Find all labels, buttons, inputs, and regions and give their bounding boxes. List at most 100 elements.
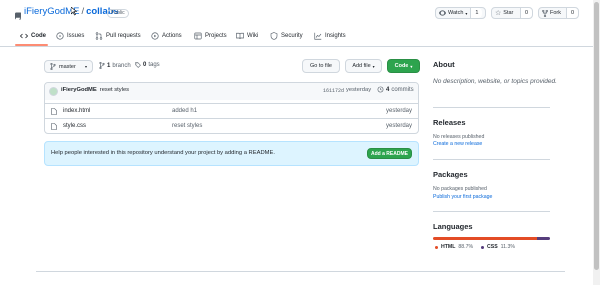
branch-count-link[interactable]: 1 branch	[99, 62, 131, 69]
releases-empty: No releases published	[433, 134, 485, 140]
file-time: yesterday	[385, 123, 412, 129]
pull-request-icon	[95, 32, 103, 40]
branch-name: master	[59, 63, 76, 70]
code-label: Code	[394, 63, 409, 69]
language-bar	[433, 237, 550, 240]
branch-icon	[50, 63, 56, 70]
star-label: Star	[503, 10, 514, 16]
tab-wiki[interactable]: Wiki	[236, 30, 258, 42]
table-icon	[194, 32, 202, 40]
footer-divider	[36, 271, 565, 272]
tab-label: Actions	[162, 33, 182, 39]
languages-heading: Languages	[433, 222, 473, 231]
packages-empty: No packages published	[433, 186, 487, 192]
file-name[interactable]: index.html	[63, 108, 90, 114]
language-percent: 88.7%	[458, 244, 474, 250]
tab-code[interactable]: Code	[20, 30, 46, 42]
commit-time: yesterday	[346, 87, 372, 93]
language-item-html[interactable]: HTML 88.7%	[435, 244, 473, 250]
mouse-cursor-icon	[70, 3, 78, 21]
fork-button[interactable]: Fork 0	[538, 7, 579, 19]
language-bar-css	[536, 237, 550, 240]
language-dot	[481, 245, 484, 249]
tab-label: Code	[31, 33, 46, 39]
star-count[interactable]: 0	[519, 8, 532, 18]
branch-word: branch	[112, 62, 131, 69]
visibility-badge: Public	[107, 9, 129, 18]
tab-issues[interactable]: Issues	[56, 30, 84, 42]
commit-author[interactable]: iFieryGodME	[61, 87, 97, 93]
fork-count[interactable]: 0	[565, 8, 578, 18]
star-icon: ☆	[495, 10, 502, 17]
file-time: yesterday	[385, 108, 412, 114]
tab-security[interactable]: Security	[270, 30, 303, 42]
repo-separator: /	[81, 6, 85, 17]
packages-heading[interactable]: Packages	[433, 170, 468, 179]
tag-icon	[135, 62, 141, 68]
shield-icon	[270, 32, 278, 40]
go-to-file-button[interactable]: Go to file	[302, 59, 340, 73]
tab-label: Wiki	[247, 33, 259, 39]
watch-count[interactable]: 1	[470, 8, 483, 18]
file-name[interactable]: style.css	[63, 123, 86, 129]
latest-commit: iFieryGodME reset styles	[61, 87, 129, 93]
star-button[interactable]: ☆ Star 0	[491, 7, 533, 19]
tab-label: Projects	[205, 33, 227, 39]
language-name: HTML	[441, 244, 456, 250]
commit-message[interactable]: reset styles	[100, 87, 129, 93]
releases-heading[interactable]: Releases	[433, 118, 466, 127]
chevron-down-icon: ▾	[465, 10, 468, 16]
table-row[interactable]: index.html added h1 yesterday	[44, 103, 419, 118]
fork-label: Fork	[550, 10, 561, 16]
tag-count: 0	[143, 62, 147, 68]
repo-icon	[14, 8, 22, 26]
table-row[interactable]: style.css reset styles yesterday	[44, 118, 419, 133]
tag-word: tags	[148, 62, 160, 68]
issue-icon	[56, 32, 64, 40]
tab-label: Insights	[325, 33, 346, 39]
readme-banner-text: Help people interested in this repositor…	[51, 150, 275, 156]
history-icon	[377, 86, 384, 93]
tab-actions[interactable]: Actions	[151, 30, 182, 42]
language-item-css[interactable]: CSS 11.3%	[481, 244, 515, 250]
code-button[interactable]: Code ▾	[387, 59, 420, 73]
add-file-button[interactable]: Add file ▾	[345, 59, 382, 73]
watch-button[interactable]: Watch ▾ 1	[435, 7, 486, 19]
book-icon	[236, 32, 244, 40]
publish-package-link[interactable]: Publish your first package	[433, 194, 492, 200]
commit-hash[interactable]: 161172d	[323, 88, 344, 94]
chevron-down-icon: ▾	[84, 64, 87, 69]
avatar	[49, 87, 58, 96]
tab-label: Issues	[67, 33, 85, 39]
file-icon	[51, 107, 57, 115]
tags-link[interactable]: 0 tags	[135, 62, 160, 68]
language-name: CSS	[487, 244, 498, 250]
tab-pull-requests[interactable]: Pull requests	[95, 30, 141, 42]
play-icon	[151, 32, 159, 40]
branch-count: 1	[107, 62, 111, 69]
create-release-link[interactable]: Create a new release	[433, 141, 482, 147]
file-commit-message[interactable]: reset styles	[172, 123, 202, 129]
sidebar-divider	[433, 211, 550, 212]
language-percent: 11.3%	[500, 244, 515, 250]
branch-selector[interactable]: master ▾	[44, 60, 93, 73]
scrollbar-thumb[interactable]	[594, 2, 599, 270]
chevron-down-icon: ▾	[410, 63, 413, 69]
branch-icon	[99, 62, 105, 69]
tab-insights[interactable]: Insights	[314, 30, 346, 42]
file-icon	[51, 122, 57, 130]
tab-label: Pull requests	[106, 33, 141, 39]
tab-label: Security	[281, 33, 303, 39]
language-dot	[435, 245, 438, 249]
file-commit-message[interactable]: added h1	[172, 108, 197, 114]
eye-icon	[439, 10, 446, 16]
tab-projects[interactable]: Projects	[194, 30, 227, 42]
about-description: No description, website, or topics provi…	[433, 78, 557, 85]
tabs-divider	[0, 46, 600, 47]
fork-icon	[542, 9, 548, 17]
code-icon	[20, 33, 28, 39]
add-file-label: Add file	[352, 63, 371, 69]
watch-label: Watch	[448, 10, 464, 16]
add-readme-button[interactable]: Add a README	[367, 148, 412, 159]
commits-link[interactable]: 4 commits	[377, 86, 414, 93]
